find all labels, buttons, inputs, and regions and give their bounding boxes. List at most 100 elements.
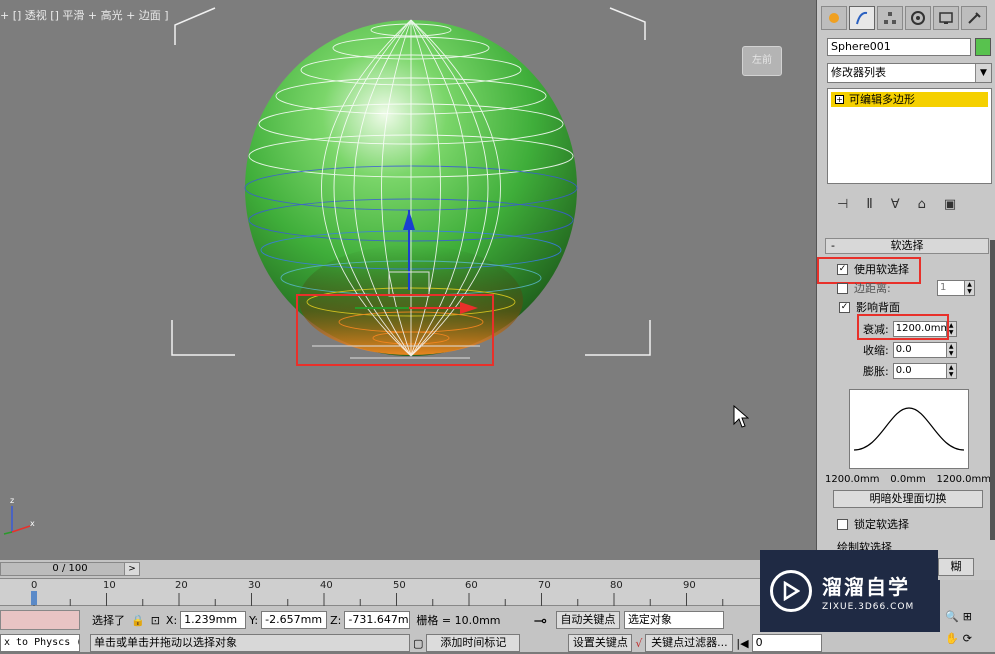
show-end-result-icon[interactable]: Ⅱ (866, 197, 872, 212)
spinner-arrows-icon[interactable]: ▲ ▼ (946, 342, 957, 358)
x-label: X: (165, 613, 178, 627)
lock-soft-selection-label: 锁定软选择 (854, 518, 909, 531)
stack-toolbar: ⊣ Ⅱ ∀ ⌂ ▣ (827, 192, 995, 216)
shaded-face-toggle-button[interactable]: 明暗处理面切换 (833, 490, 983, 508)
set-key-button[interactable]: 设置关键点 (568, 634, 633, 652)
annotation-soft-selection-area (296, 294, 494, 366)
grid-status: 栅格 = 10.0mm (416, 614, 501, 627)
affect-backfacing-checkbox[interactable]: ✓ (839, 301, 850, 313)
curve-right-label: 1200.0mm (936, 474, 991, 485)
key-icon[interactable]: ⊸ (534, 611, 547, 630)
viewcube[interactable]: 左前 (742, 46, 782, 76)
create-icon[interactable] (821, 6, 847, 30)
pin-stack-icon[interactable]: ⊣ (837, 197, 848, 212)
soft-selection-rollout[interactable]: - 软选择 (825, 238, 989, 254)
maxscript-mini-listener[interactable] (0, 610, 80, 630)
panel-scrollbar[interactable] (990, 240, 995, 540)
tick-label: 50 (393, 580, 406, 591)
track-bar[interactable]: 0 10 20 30 40 50 60 70 80 90 (0, 578, 760, 606)
lock-icon[interactable]: 🔒 (131, 614, 145, 627)
perspective-viewport[interactable]: + [] 透视 [] 平滑 + 高光 + 边面 ] 左前 z x (0, 0, 816, 560)
configure-sets-icon[interactable]: ▣ (944, 197, 956, 212)
tick-label: 30 (248, 580, 261, 591)
pinch-value[interactable]: 0.0 (892, 342, 947, 358)
spinner-arrows-icon[interactable]: ▲ ▼ (946, 363, 957, 379)
frame-display: 0 / 100 (52, 563, 88, 574)
modifier-list-dropdown[interactable]: 修改器列表 ▼ (827, 63, 992, 83)
edge-distance-checkbox[interactable] (837, 282, 848, 294)
stack-item-editable-poly[interactable]: + 可编辑多边形 (831, 92, 988, 107)
orbit-icon[interactable]: ⟳ (963, 632, 972, 645)
curve-mid-label: 0.0mm (890, 474, 926, 485)
remove-modifier-icon[interactable]: ⌂ (918, 197, 926, 212)
expand-icon[interactable]: + (835, 95, 844, 104)
modifier-stack[interactable]: + 可编辑多边形 (827, 88, 992, 184)
zoom-icon[interactable]: 🔍 (945, 610, 959, 623)
motion-icon[interactable] (905, 6, 931, 30)
utilities-icon[interactable] (961, 6, 987, 30)
collapse-icon[interactable]: - (831, 239, 835, 253)
modify-icon[interactable] (849, 6, 875, 30)
viewport-nav-controls: 🔍 ⊞ (945, 610, 972, 623)
pinch-label: 收缩: (863, 344, 889, 357)
edge-distance-value[interactable]: 1 (937, 280, 965, 296)
rollout-title: 软选择 (890, 239, 924, 252)
axis-tripod-icon: z x (3, 496, 35, 535)
chevron-down-icon[interactable]: ▼ (975, 64, 991, 82)
key-filter-icon[interactable]: √ (635, 637, 642, 650)
curve-axis-labels: 1200.0mm 0.0mm 1200.0mm (825, 474, 991, 485)
selected-object-dropdown[interactable]: 选定对象 (623, 611, 724, 629)
bubble-value[interactable]: 0.0 (892, 363, 947, 379)
time-slider[interactable]: 0 / 100 > (0, 562, 140, 576)
y-label: Y: (249, 613, 259, 627)
tick-label: 0 (31, 580, 38, 591)
watermark-sub: ZIXUE.3D66.COM (822, 601, 915, 612)
z-label: Z: (330, 613, 342, 627)
tick-label: 90 (683, 580, 696, 591)
object-color-swatch[interactable] (975, 38, 991, 56)
edge-distance-spinner[interactable]: 1 ▲ ▼ (937, 280, 975, 296)
go-to-start-icon[interactable]: |◀ (736, 637, 748, 650)
pinch-spinner[interactable]: 0.0 ▲ ▼ (892, 342, 957, 358)
watermark-text: 溜溜自学 ZIXUE.3D66.COM (822, 571, 914, 612)
bubble-spinner[interactable]: 0.0 ▲ ▼ (892, 363, 957, 379)
affect-backfacing-label: 影响背面 (856, 301, 900, 314)
object-name-field[interactable]: Sphere001 (827, 38, 971, 56)
absolute-mode-icon[interactable]: ⊡ (151, 614, 160, 627)
prompt-line: 单击或单击并拖动以选择对象 (90, 634, 410, 652)
svg-text:z: z (10, 496, 14, 505)
selection-status: 选择了 (92, 614, 125, 627)
zoom-extents-icon[interactable]: ⊞ (963, 610, 972, 623)
mouse-cursor-icon (733, 405, 749, 428)
viewport-nav-controls-2: ✋ ⟳ (945, 632, 972, 645)
watermark-main: 溜溜自学 (822, 574, 910, 599)
display-icon[interactable] (933, 6, 959, 30)
add-time-tag-button[interactable]: 添加时间标记 (426, 634, 521, 652)
spinner-arrows-icon[interactable]: ▲ ▼ (965, 280, 975, 296)
time-tag-icon[interactable]: ▢ (413, 637, 423, 650)
next-frame-button[interactable]: > (124, 562, 140, 576)
stack-item-label: 可编辑多边形 (849, 93, 915, 106)
falloff-curve-graph (849, 389, 969, 469)
command-panel: Sphere001 修改器列表 ▼ + 可编辑多边形 ⊣ Ⅱ ∀ ⌂ ▣ - 软… (816, 0, 995, 560)
pinch-row: 收缩: 0.0 ▲ ▼ (863, 341, 957, 359)
tick-label: 80 (610, 580, 623, 591)
maxscript-output[interactable]: x to Physcs ( (0, 634, 80, 652)
lock-soft-selection-checkbox[interactable] (837, 518, 848, 530)
hierarchy-icon[interactable] (877, 6, 903, 30)
blur-button[interactable]: 糊 (938, 558, 974, 576)
pan-hand-icon[interactable]: ✋ (945, 632, 959, 645)
tick-label: 20 (175, 580, 188, 591)
key-filters-button[interactable]: 关键点过滤器... (645, 634, 734, 652)
current-frame-field[interactable]: 0 (751, 634, 822, 652)
make-unique-icon[interactable]: ∀ (891, 197, 900, 212)
lock-soft-selection-row[interactable]: 锁定软选择 (837, 515, 909, 533)
bubble-row: 膨胀: 0.0 ▲ ▼ (863, 362, 957, 380)
x-coordinate-field[interactable]: 1.239mm (180, 611, 247, 629)
z-coordinate-field[interactable]: -731.647m (344, 611, 411, 629)
edge-distance-row[interactable]: 边距离: (837, 279, 891, 297)
tick-label: 70 (538, 580, 551, 591)
bubble-label: 膨胀: (863, 365, 889, 378)
auto-key-button[interactable]: 自动关键点 (555, 611, 620, 629)
y-coordinate-field[interactable]: -2.657mm (261, 611, 328, 629)
